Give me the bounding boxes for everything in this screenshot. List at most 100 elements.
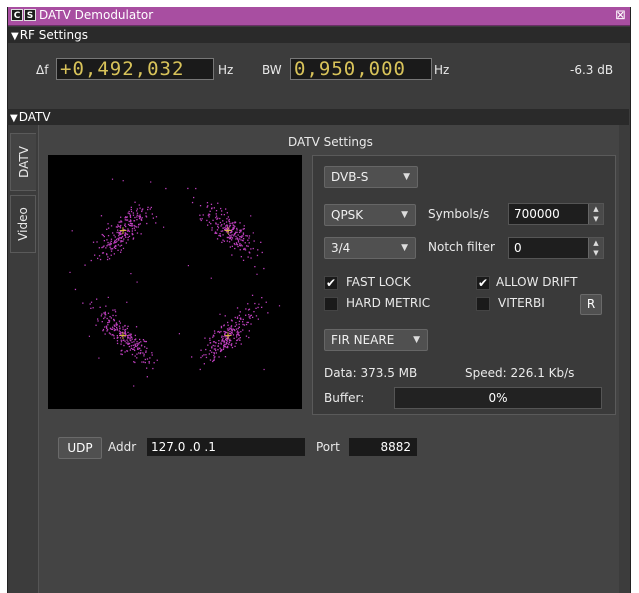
constellation-point [98, 357, 100, 359]
collapse-triangle-icon: ▼ [10, 113, 18, 124]
constellation-point [151, 354, 153, 356]
spin-buttons[interactable]: ▲ ▼ [588, 238, 603, 258]
constellation-point [138, 342, 140, 344]
constellation-point [100, 315, 102, 317]
channel-settings-button[interactable]: C [11, 9, 23, 21]
constellation-point [215, 352, 217, 354]
stream-settings-button[interactable]: S [24, 9, 36, 21]
constellation-point [108, 243, 110, 245]
constellation-point [222, 239, 224, 241]
reset-button[interactable]: R [580, 294, 602, 315]
constellation-point [131, 234, 134, 236]
spin-down-icon[interactable]: ▼ [589, 248, 603, 258]
udp-address-input[interactable]: 127.0 .0 .1 [146, 437, 306, 457]
close-icon[interactable]: ⊠ [615, 8, 626, 23]
constellation-point [231, 245, 233, 247]
constellation-point [247, 256, 249, 258]
constellation-point [242, 329, 244, 331]
allow-drift-checkbox[interactable]: ✔ [476, 276, 490, 290]
notch-filter-spinbox[interactable]: 0 ▲ ▼ [508, 237, 604, 259]
constellation-point [107, 244, 109, 246]
datv-section-header[interactable]: ▼DATV [7, 109, 629, 125]
fast-lock-checkbox[interactable]: ✔ [324, 276, 338, 290]
constellation-point [139, 223, 141, 225]
dropdown-arrow-icon: ▼ [401, 243, 408, 253]
constellation-point [219, 217, 221, 220]
constellation-point [237, 245, 239, 248]
constellation-point [116, 238, 118, 240]
constellation-point [252, 247, 254, 250]
tab-video[interactable]: Video [10, 195, 36, 253]
constellation-point [254, 302, 256, 305]
spin-buttons[interactable]: ▲ ▼ [588, 204, 603, 224]
constellation-point [134, 201, 136, 203]
constellation-point [133, 348, 135, 351]
constellation-point [89, 303, 91, 305]
constellation-point [240, 231, 242, 233]
viterbi-checkbox[interactable] [476, 297, 490, 311]
constellation-point [143, 353, 145, 355]
constellation-point [108, 319, 110, 321]
constellation-point [128, 235, 131, 237]
udp-toggle-button[interactable]: UDP [58, 437, 102, 459]
standard-select[interactable]: DVB-S ▼ [324, 166, 418, 188]
filter-select[interactable]: FIR NEARE ▼ [324, 329, 428, 351]
constellation-point [101, 321, 103, 323]
constellation-point [241, 236, 243, 239]
constellation-point [231, 346, 234, 349]
constellation-point [145, 350, 147, 352]
constellation-point [136, 208, 138, 210]
constellation-point [199, 368, 201, 371]
constellation-point [216, 238, 219, 240]
constellation-point [233, 337, 235, 339]
constellation-point [199, 214, 201, 216]
constellation-scope[interactable]: + + + + [48, 155, 302, 409]
constellation-point [232, 224, 234, 226]
constellation-point [138, 352, 140, 354]
symbols-rate-spinbox[interactable]: 700000 ▲ ▼ [508, 203, 604, 225]
constellation-point [132, 212, 134, 214]
modulation-select[interactable]: QPSK ▼ [324, 204, 416, 226]
constellation-point [207, 205, 209, 207]
constellation-point [155, 222, 157, 224]
constellation-point [200, 349, 202, 351]
spin-up-icon[interactable]: ▲ [589, 204, 603, 214]
constellation-point [110, 328, 112, 330]
dropdown-arrow-icon: ▼ [403, 172, 410, 182]
spin-up-icon[interactable]: ▲ [589, 238, 603, 248]
constellation-point [84, 264, 86, 266]
tab-datv[interactable]: DATV [10, 133, 36, 191]
fec-select[interactable]: 3/4 ▼ [324, 237, 416, 259]
constellation-point [238, 331, 240, 334]
constellation-point [90, 259, 92, 262]
constellation-point [218, 342, 220, 345]
bandwidth-dial[interactable]: 0,950,000 [290, 58, 432, 80]
constellation-point [201, 218, 203, 220]
constellation-point [240, 244, 242, 246]
constellation-point [113, 247, 115, 249]
constellation-point [209, 214, 211, 216]
spin-down-icon[interactable]: ▼ [589, 214, 603, 224]
constellation-point [118, 221, 120, 223]
title-bar[interactable]: C S DATV Demodulator ⊠ [8, 7, 630, 26]
constellation-point [209, 210, 211, 212]
constellation-point [127, 343, 129, 345]
rf-settings-header[interactable]: ▼RF Settings [8, 27, 630, 43]
constellation-point [130, 340, 132, 342]
constellation-point [205, 354, 207, 356]
delta-frequency-dial[interactable]: +0,492,032 [56, 58, 214, 80]
constellation-point [123, 238, 125, 240]
hard-metric-checkbox[interactable] [324, 297, 338, 311]
udp-port-input[interactable]: 8882 [348, 437, 418, 457]
constellation-point [232, 328, 234, 330]
constellation-point [217, 345, 219, 347]
constellation-point [199, 205, 202, 207]
constellation-point [217, 225, 219, 227]
constellation-point [238, 338, 240, 340]
constellation-point [243, 238, 245, 240]
constellation-point [206, 206, 208, 208]
constellation-point [110, 254, 112, 256]
constellation-point [213, 359, 215, 361]
constellation-point [212, 219, 214, 221]
constellation-point [113, 318, 115, 321]
